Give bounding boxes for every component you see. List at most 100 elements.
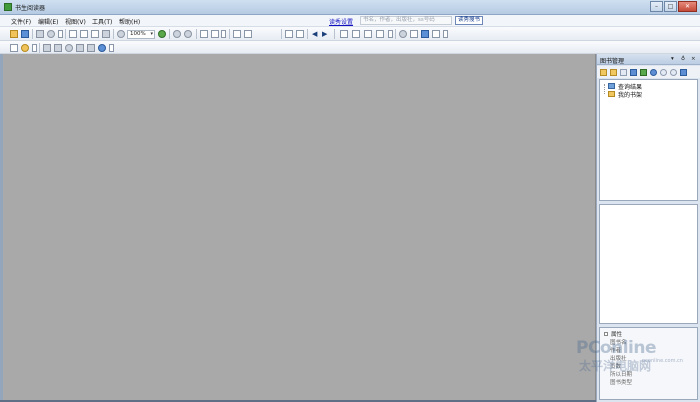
main-toolbar: 100% ▾ ◀ ▶ — [0, 27, 700, 41]
zoom-value: 100% — [130, 31, 146, 37]
next-page-icon[interactable]: ▶ — [322, 30, 327, 38]
panel-close-button[interactable]: × — [691, 56, 696, 62]
menu-view[interactable]: 视图(V) — [65, 17, 86, 26]
open-icon[interactable] — [10, 30, 18, 38]
toolbar-separator — [32, 29, 33, 39]
download-icon[interactable] — [640, 69, 647, 76]
menu-file[interactable]: 文件(F) — [11, 17, 31, 26]
toolbar-separator — [334, 29, 335, 39]
panel-menu-button[interactable]: ▾ — [671, 56, 674, 62]
globe-icon[interactable] — [98, 44, 106, 52]
panel-header: 图书管理 ▾ ♁ × — [597, 54, 700, 65]
watermark-subtitle: 太平洋电脑网 — [579, 359, 652, 373]
snapshot-icon[interactable] — [432, 30, 440, 38]
document-workspace[interactable] — [0, 54, 596, 400]
magnify-minus-icon[interactable] — [184, 30, 192, 38]
dropdown-arrow-icon[interactable] — [58, 30, 63, 38]
save-icon[interactable] — [21, 30, 29, 38]
screenshot-icon[interactable] — [421, 30, 429, 38]
single-page-icon[interactable] — [69, 30, 77, 38]
panel-toolbar — [597, 66, 700, 78]
zoom-out-icon[interactable] — [117, 30, 125, 38]
ellipse-icon[interactable] — [65, 44, 73, 52]
notes-icon[interactable] — [376, 30, 384, 38]
watermark-logo: PConline — [576, 338, 657, 358]
import-icon[interactable] — [630, 69, 637, 76]
duxiu-settings-link[interactable]: 读秀设置 — [329, 17, 353, 26]
thumbnail-icon[interactable] — [340, 30, 348, 38]
window-controls: – □ ✕ — [649, 1, 697, 12]
menu-edit[interactable]: 编辑(E) — [38, 17, 58, 26]
panel-pin-button[interactable]: ♁ — [681, 56, 685, 62]
print-icon[interactable] — [36, 30, 44, 38]
watermark-url: pconline.com.cn — [642, 358, 683, 364]
expand-icon[interactable] — [604, 332, 608, 336]
tree-item-my-bookshelf[interactable]: 我的书架 — [608, 90, 643, 99]
toolbar-separator — [113, 29, 114, 39]
dropdown-arrow-icon[interactable] — [32, 44, 37, 52]
toolbar-separator — [307, 29, 308, 39]
maximize-button[interactable]: □ — [664, 1, 677, 12]
people-icon[interactable] — [680, 69, 687, 76]
select-cursor-icon[interactable] — [410, 30, 418, 38]
toolbar-separator — [196, 29, 197, 39]
minimize-button[interactable]: – — [650, 1, 663, 12]
last-page-icon[interactable] — [296, 30, 304, 38]
zoom-in-icon[interactable] — [158, 30, 166, 38]
prev-page-icon[interactable]: ◀ — [312, 30, 317, 38]
dropdown-arrow-icon[interactable] — [388, 30, 393, 38]
open-folder-icon[interactable] — [600, 69, 607, 76]
outline-icon[interactable] — [352, 30, 360, 38]
search-books-button[interactable]: 读秀搜书 — [455, 16, 484, 25]
search-input[interactable]: 书名，作者，出版社，ss号码 — [360, 16, 452, 25]
eraser-icon[interactable] — [87, 44, 95, 52]
menu-bar: 文件(F) 编辑(E) 视图(V) 工具(T) 帮助(H) 读秀设置 书名，作者… — [0, 15, 700, 27]
info-icon[interactable] — [650, 69, 657, 76]
toolbar-separator — [281, 29, 282, 39]
search-icon[interactable] — [660, 69, 667, 76]
new-file-icon[interactable] — [620, 69, 627, 76]
fullscreen-icon[interactable] — [102, 30, 110, 38]
toolbar-separator — [229, 29, 230, 39]
continuous-page-icon[interactable] — [80, 30, 88, 38]
book-list-pane — [599, 204, 698, 324]
close-button[interactable]: ✕ — [678, 1, 697, 12]
book-tree: 查询结果 我的书架 — [599, 79, 698, 201]
fit-page-icon[interactable] — [211, 30, 219, 38]
hand-tool-icon[interactable] — [399, 30, 407, 38]
new-folder-icon[interactable] — [610, 69, 617, 76]
toolbar-separator — [169, 29, 170, 39]
toolbar-separator — [65, 29, 66, 39]
pen-icon[interactable] — [43, 44, 51, 52]
dropdown-arrow-icon[interactable] — [443, 30, 448, 38]
fit-width-icon[interactable] — [200, 30, 208, 38]
menu-help[interactable]: 帮助(H) — [119, 17, 140, 26]
properties-group[interactable]: 属性 — [604, 330, 622, 338]
text-box-icon[interactable] — [54, 44, 62, 52]
find-icon[interactable] — [47, 30, 55, 38]
tree-item-label: 我的书架 — [618, 91, 643, 99]
rotate-back-icon[interactable] — [244, 30, 252, 38]
annotation-toolbar — [0, 41, 700, 54]
dropdown-arrow-icon[interactable] — [221, 30, 226, 38]
menu-tools[interactable]: 工具(T) — [92, 17, 112, 26]
tree-connector — [604, 84, 605, 94]
rotate-icon[interactable] — [233, 30, 241, 38]
title-bar: 书生阅读器 – □ ✕ — [0, 0, 700, 15]
first-page-icon[interactable] — [285, 30, 293, 38]
left-frame — [0, 54, 3, 400]
toolbar-separator — [39, 43, 40, 53]
search-minus-icon[interactable] — [670, 69, 677, 76]
folder-icon — [608, 91, 615, 97]
highlight-icon[interactable] — [10, 44, 18, 52]
search-result-icon — [608, 83, 615, 89]
text-select-icon[interactable] — [364, 30, 372, 38]
magnify-icon[interactable] — [173, 30, 181, 38]
property-row: 图书类型 — [610, 380, 633, 386]
dropdown-arrow-icon[interactable] — [109, 44, 114, 52]
properties-group-label: 属性 — [611, 332, 623, 338]
zoom-select[interactable]: 100% ▾ — [127, 30, 155, 39]
bookmark-icon[interactable] — [21, 44, 29, 52]
line-icon[interactable] — [76, 44, 84, 52]
facing-pages-icon[interactable] — [91, 30, 99, 38]
